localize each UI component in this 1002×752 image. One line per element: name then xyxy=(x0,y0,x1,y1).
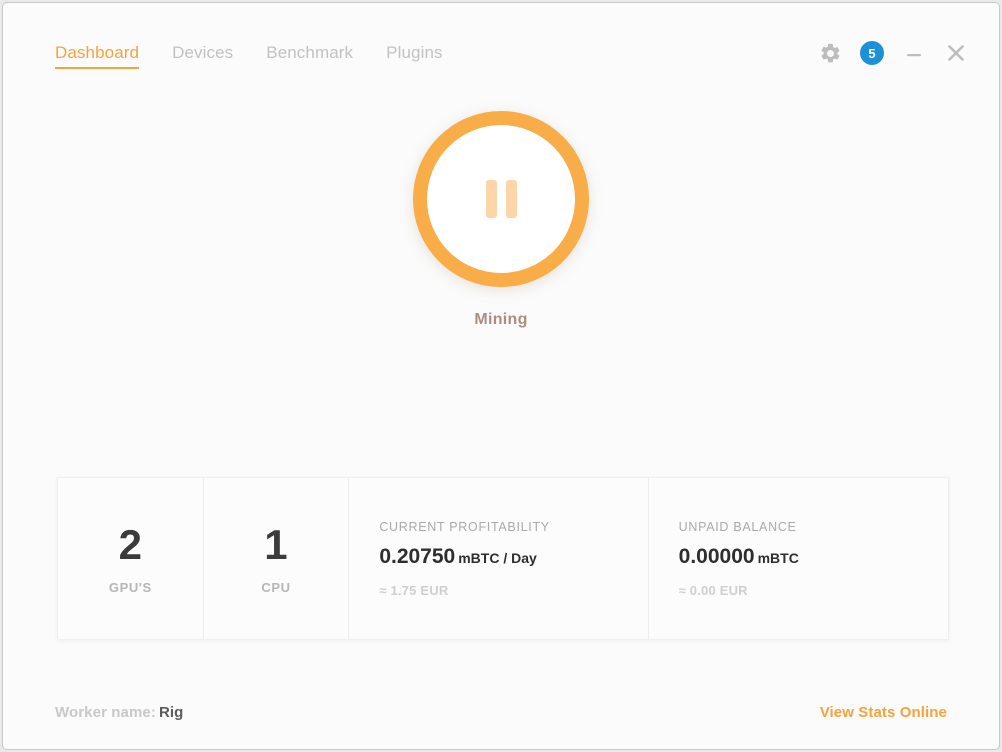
gpu-count-label: GPU'S xyxy=(108,579,152,595)
tab-bar: Dashboard Devices Benchmark Plugins xyxy=(55,43,476,69)
stat-gpu-count: 2 GPU'S xyxy=(58,478,204,639)
balance-unit: mBTC xyxy=(757,549,799,566)
balance-label: UNPAID BALANCE xyxy=(678,519,797,534)
worker-name-value: Rig xyxy=(158,703,184,721)
window-controls: 5 xyxy=(809,33,977,73)
tab-benchmark[interactable]: Benchmark xyxy=(266,43,374,69)
profitability-value-row: 0.20750 mBTC / Day xyxy=(379,545,537,570)
view-stats-online-link[interactable]: View Stats Online xyxy=(820,704,947,721)
stats-panel: 2 GPU'S 1 CPU CURRENT PROFITABILITY 0.20… xyxy=(57,477,949,640)
cpu-count-label: CPU xyxy=(261,579,291,595)
stat-current-profitability: CURRENT PROFITABILITY 0.20750 mBTC / Day … xyxy=(349,478,649,639)
mining-section: Mining xyxy=(3,111,999,329)
gpu-count-value: 2 xyxy=(118,520,142,568)
notification-badge[interactable]: 5 xyxy=(860,41,884,65)
cpu-count-value: 1 xyxy=(264,520,288,568)
mining-status-label: Mining xyxy=(474,311,528,328)
title-bar: Dashboard Devices Benchmark Plugins 5 xyxy=(3,3,999,89)
application-window: Dashboard Devices Benchmark Plugins 5 Mi… xyxy=(2,2,1000,750)
notification-badge-wrapper[interactable]: 5 xyxy=(851,33,893,73)
profitability-value: 0.20750 xyxy=(379,544,456,568)
worker-name-label: Worker name: xyxy=(55,703,156,721)
profitability-label: CURRENT PROFITABILITY xyxy=(379,519,550,534)
tab-dashboard[interactable]: Dashboard xyxy=(55,43,160,69)
stat-unpaid-balance: UNPAID BALANCE 0.00000 mBTC ≈ 0.00 EUR xyxy=(649,478,948,639)
tab-plugins[interactable]: Plugins xyxy=(386,43,463,69)
stat-cpu-count: 1 CPU xyxy=(204,478,350,639)
balance-value-row: 0.00000 mBTC xyxy=(679,545,799,570)
profitability-fiat: ≈ 1.75 EUR xyxy=(379,582,449,598)
pause-icon xyxy=(485,180,517,218)
gear-icon[interactable] xyxy=(809,33,851,73)
worker-name-line: Worker name: Rig xyxy=(55,704,183,721)
tab-devices[interactable]: Devices xyxy=(172,43,254,69)
close-button[interactable] xyxy=(935,33,977,73)
balance-value: 0.00000 xyxy=(678,544,755,568)
mining-toggle-button[interactable] xyxy=(413,111,589,287)
footer-bar: Worker name: Rig View Stats Online xyxy=(3,675,999,749)
minimize-button[interactable] xyxy=(893,33,935,73)
profitability-unit: mBTC / Day xyxy=(458,549,537,566)
balance-fiat: ≈ 0.00 EUR xyxy=(678,582,748,598)
